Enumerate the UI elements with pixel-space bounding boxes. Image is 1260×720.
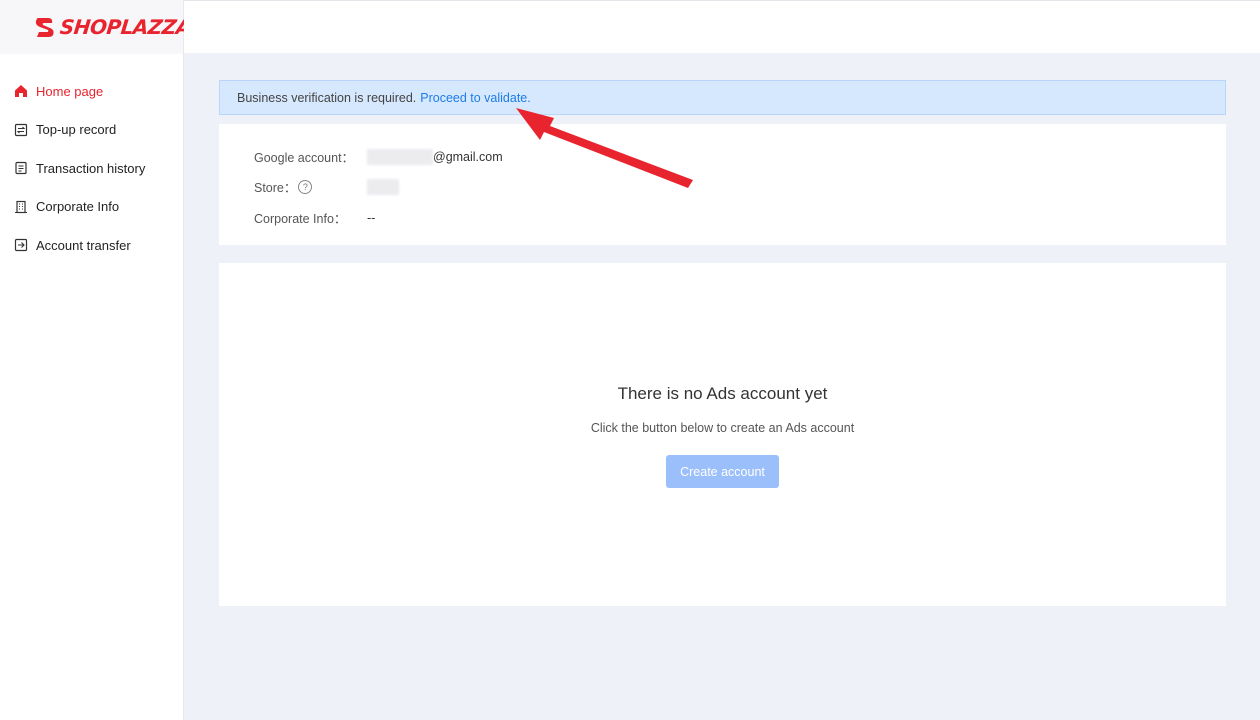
sidebar-item-label: Account transfer bbox=[36, 237, 131, 253]
brand-name: SHOPLAZZA bbox=[58, 15, 193, 39]
sidebar-item-transaction-history[interactable]: Transaction history bbox=[0, 149, 183, 188]
store-row: Store： ? bbox=[254, 177, 400, 196]
create-account-button[interactable]: Create account bbox=[666, 455, 779, 488]
logo[interactable]: SHOPLAZZA bbox=[0, 0, 192, 54]
redacted-store-value bbox=[367, 178, 400, 195]
help-icon[interactable]: ? bbox=[298, 179, 313, 194]
transfer-icon bbox=[14, 238, 28, 252]
sidebar-nav: Home page Top-up record Transaction hist… bbox=[0, 54, 183, 265]
empty-state-subtitle: Click the button below to create an Ads … bbox=[590, 421, 855, 435]
google-account-row: Google account： @gmail.com bbox=[254, 147, 503, 166]
sidebar-item-label: Top-up record bbox=[36, 122, 117, 138]
banner-text: Business verification is required. bbox=[237, 90, 417, 105]
sidebar-item-home-page[interactable]: Home page bbox=[0, 72, 183, 111]
sidebar-item-account-transfer[interactable]: Account transfer bbox=[0, 226, 183, 265]
sidebar-item-label: Corporate Info bbox=[36, 199, 120, 215]
sidebar-item-label: Home page bbox=[36, 83, 104, 99]
building-icon bbox=[14, 200, 28, 214]
corporate-info-label: Corporate Info： bbox=[254, 212, 347, 226]
document-icon bbox=[14, 161, 28, 175]
top-bar bbox=[184, 0, 1260, 53]
verification-banner: Business verification is required. Proce… bbox=[219, 80, 1226, 115]
google-account-value: @gmail.com bbox=[433, 149, 503, 164]
shoplazza-logo-icon bbox=[34, 16, 56, 38]
home-icon bbox=[14, 84, 28, 98]
topup-icon bbox=[14, 123, 28, 137]
sidebar: SHOPLAZZA Home page Top-up record Transa… bbox=[0, 0, 192, 720]
account-info-card: Google account： @gmail.com Store： ? Corp… bbox=[219, 124, 1226, 245]
corporate-info-row: Corporate Info： -- bbox=[254, 208, 375, 227]
redacted-email-prefix bbox=[367, 148, 433, 165]
corporate-info-value: -- bbox=[367, 210, 376, 225]
sidebar-item-label: Transaction history bbox=[36, 160, 146, 176]
sidebar-item-corporate-info[interactable]: Corporate Info bbox=[0, 188, 183, 227]
sidebar-item-top-up-record[interactable]: Top-up record bbox=[0, 111, 183, 150]
empty-state-title: There is no Ads account yet bbox=[617, 384, 828, 403]
proceed-to-validate-link[interactable]: Proceed to validate. bbox=[420, 91, 531, 105]
ads-account-empty-state: There is no Ads account yet Click the bu… bbox=[219, 263, 1226, 606]
google-account-label: Google account： bbox=[254, 151, 355, 165]
store-label: Store： bbox=[254, 181, 297, 195]
